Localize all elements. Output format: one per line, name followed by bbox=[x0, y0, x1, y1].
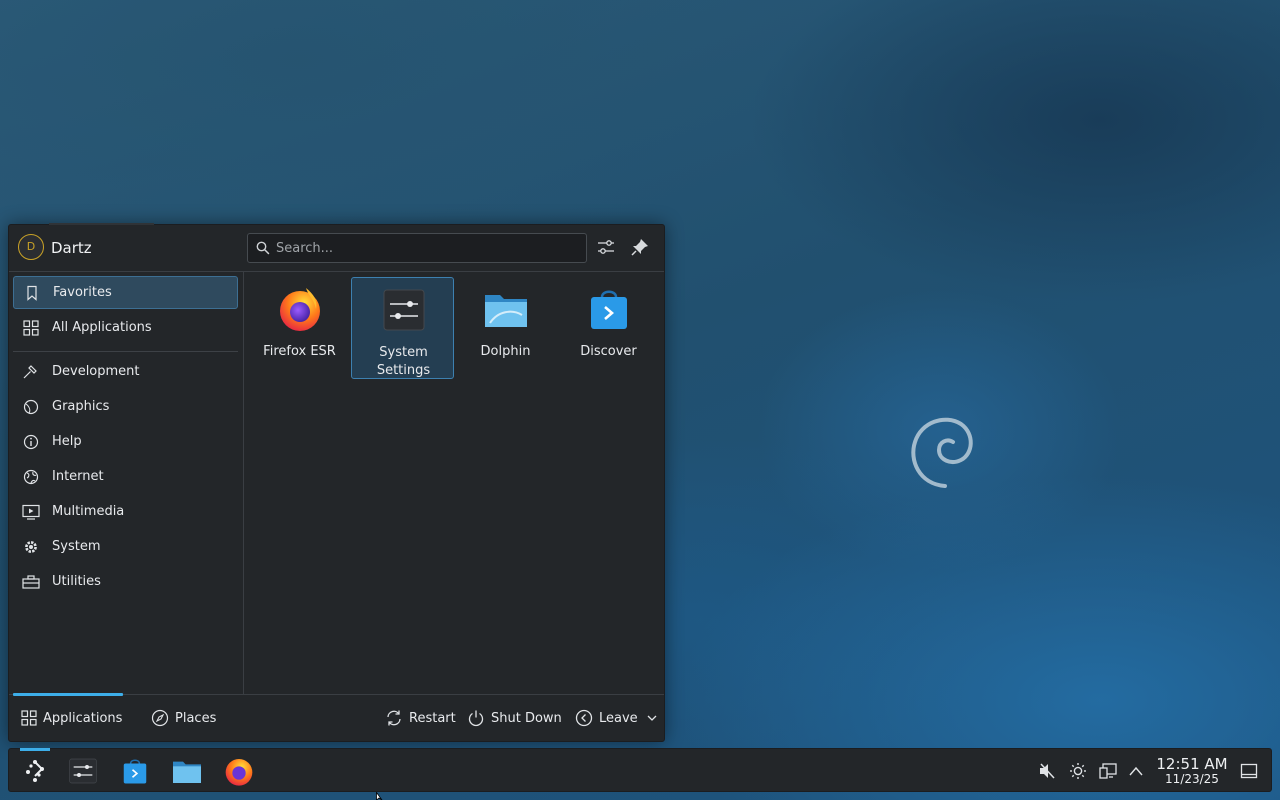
chevron-down-icon bbox=[647, 715, 657, 721]
search-box[interactable] bbox=[247, 233, 587, 263]
category-label: Internet bbox=[52, 469, 104, 484]
launcher-footer: Applications Places Restart Shut Down Le… bbox=[9, 693, 664, 741]
app-tile-dolphin[interactable]: Dolphin bbox=[454, 277, 557, 379]
leave-button[interactable]: Leave bbox=[575, 695, 658, 741]
category-divider bbox=[13, 351, 238, 352]
restart-icon bbox=[387, 710, 401, 726]
discover-icon bbox=[591, 290, 627, 329]
category-graphics[interactable]: Graphics bbox=[13, 390, 238, 423]
sliders-icon bbox=[598, 240, 614, 254]
dolphin-icon bbox=[485, 295, 527, 327]
category-utilities[interactable]: Utilities bbox=[13, 565, 238, 598]
category-help[interactable]: Help bbox=[13, 425, 238, 458]
launcher-header: D Dartz bbox=[9, 225, 664, 272]
category-development[interactable]: Development bbox=[13, 355, 238, 388]
user-name: Dartz bbox=[51, 239, 92, 257]
shut-down-button[interactable]: Shut Down bbox=[467, 695, 562, 741]
brightness-button[interactable] bbox=[1068, 761, 1088, 781]
power-icon bbox=[468, 710, 484, 727]
launcher-icon bbox=[26, 760, 44, 782]
app-tile-system-settings[interactable]: System Settings bbox=[351, 277, 454, 379]
firefox-icon bbox=[280, 288, 320, 331]
category-label: Favorites bbox=[53, 285, 112, 300]
clock-date: 11/23/25 bbox=[1165, 772, 1219, 786]
category-label: Graphics bbox=[52, 399, 110, 414]
category-label: System bbox=[52, 539, 101, 554]
taskbar-system-settings[interactable] bbox=[65, 753, 101, 789]
show-desktop-button[interactable] bbox=[1239, 761, 1259, 781]
discover-icon bbox=[123, 759, 147, 784]
category-label: Multimedia bbox=[52, 504, 125, 519]
clock-time: 12:51 AM bbox=[1156, 755, 1228, 773]
tab-label: Places bbox=[175, 710, 217, 726]
show-hidden-icons-button[interactable] bbox=[1126, 761, 1146, 781]
category-internet[interactable]: Internet bbox=[13, 460, 238, 493]
info-icon bbox=[22, 433, 40, 451]
app-tile-firefox-esr[interactable]: Firefox ESR bbox=[248, 277, 351, 379]
category-label: Utilities bbox=[52, 574, 101, 589]
app-tile-label: Discover bbox=[580, 344, 637, 359]
taskbar: 12:51 AM 11/23/25 bbox=[8, 748, 1272, 792]
shut-down-label: Shut Down bbox=[491, 710, 562, 726]
leave-icon bbox=[575, 709, 593, 727]
launcher-active-indicator bbox=[20, 748, 50, 751]
multimedia-icon bbox=[22, 503, 40, 521]
favorites-grid: Firefox ESR System Settings Dolphin Disc… bbox=[244, 272, 664, 694]
mouse-cursor bbox=[376, 792, 383, 800]
network-wired-icon bbox=[1099, 763, 1117, 779]
taskbar-discover[interactable] bbox=[117, 753, 153, 789]
graphics-icon bbox=[22, 398, 40, 416]
grid-icon bbox=[21, 710, 37, 726]
chevron-up-icon bbox=[1129, 766, 1143, 776]
app-tile-discover[interactable]: Discover bbox=[557, 277, 660, 379]
category-label: Help bbox=[52, 434, 82, 449]
category-all-applications[interactable]: All Applications bbox=[13, 311, 238, 344]
app-tile-label: Dolphin bbox=[480, 344, 531, 359]
taskbar-firefox[interactable] bbox=[221, 753, 257, 789]
avatar[interactable]: D bbox=[18, 234, 44, 260]
gear-icon bbox=[22, 538, 40, 556]
restart-label: Restart bbox=[409, 710, 456, 726]
compass-icon bbox=[151, 709, 169, 727]
configure-button[interactable] bbox=[596, 237, 618, 259]
search-icon bbox=[256, 241, 270, 255]
tab-label: Applications bbox=[43, 710, 123, 726]
toolbox-icon bbox=[22, 573, 40, 591]
system-settings-icon bbox=[69, 758, 97, 784]
digital-clock[interactable]: 12:51 AM 11/23/25 bbox=[1155, 756, 1229, 786]
leave-label: Leave bbox=[599, 710, 638, 726]
system-settings-icon bbox=[383, 289, 425, 331]
category-favorites[interactable]: Favorites bbox=[13, 276, 238, 309]
volume-button[interactable] bbox=[1037, 761, 1057, 781]
application-launcher: D Dartz Search... Favorites All Applicat… bbox=[8, 223, 665, 742]
restart-button[interactable]: Restart bbox=[385, 695, 456, 741]
dolphin-icon bbox=[173, 761, 201, 783]
show-desktop-icon bbox=[1240, 763, 1258, 779]
pin-button[interactable] bbox=[630, 237, 652, 259]
category-label: Development bbox=[52, 364, 140, 379]
debian-swirl-logo bbox=[911, 417, 973, 488]
taskbar-dolphin[interactable] bbox=[169, 753, 205, 789]
category-multimedia[interactable]: Multimedia bbox=[13, 495, 238, 528]
search-input[interactable] bbox=[276, 234, 576, 262]
category-sidebar: Favorites All Applications Development G… bbox=[9, 272, 244, 694]
category-label: All Applications bbox=[52, 320, 152, 335]
app-tile-label: Firefox ESR bbox=[263, 344, 336, 359]
pin-icon bbox=[631, 239, 648, 256]
volume-muted-icon bbox=[1040, 763, 1055, 779]
category-system[interactable]: System bbox=[13, 530, 238, 563]
tab-applications[interactable]: Applications bbox=[21, 695, 122, 741]
app-tile-label: System Settings bbox=[376, 345, 431, 378]
brightness-icon bbox=[1070, 763, 1086, 779]
hammer-icon bbox=[22, 363, 40, 381]
grid-icon bbox=[22, 319, 40, 337]
bookmark-icon bbox=[23, 284, 41, 302]
taskbar-launcher-button[interactable] bbox=[17, 753, 53, 789]
network-button[interactable] bbox=[1098, 761, 1118, 781]
globe-icon bbox=[22, 468, 40, 486]
tab-places[interactable]: Places bbox=[151, 695, 216, 741]
firefox-icon bbox=[225, 759, 253, 786]
